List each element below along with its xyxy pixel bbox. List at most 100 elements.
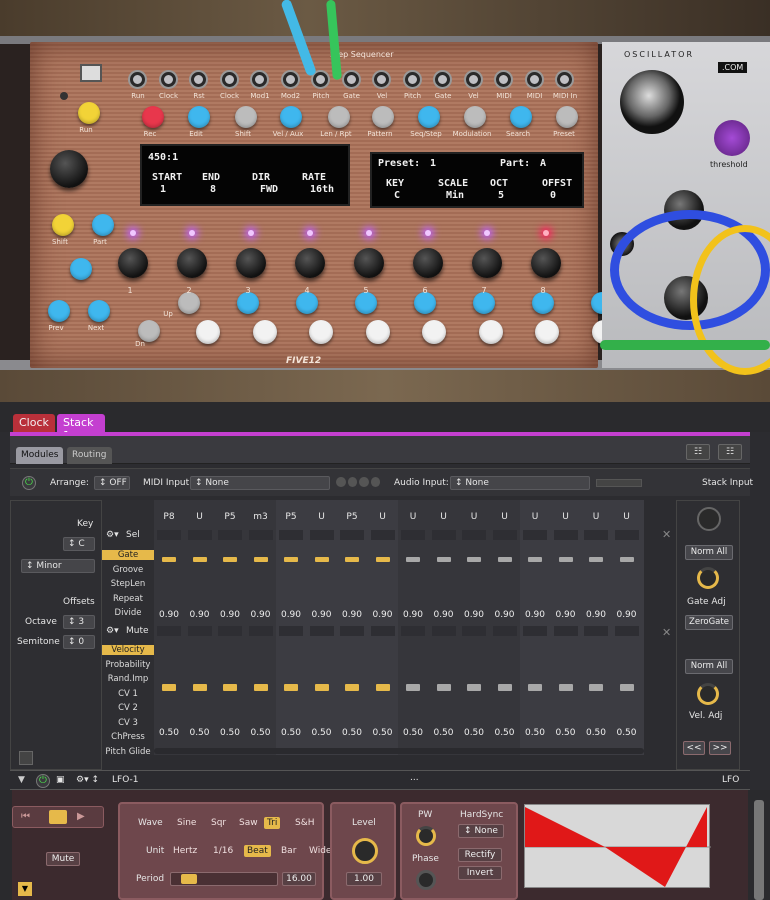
velocity-step-bar[interactable] (345, 684, 359, 691)
gate-value[interactable]: 0.90 (612, 610, 642, 620)
period-slider-thumb[interactable] (181, 874, 197, 884)
step-knob-7[interactable] (472, 248, 502, 278)
column-header[interactable]: P5 (215, 512, 245, 522)
velocity-value[interactable]: 0.50 (490, 728, 520, 738)
invert-button[interactable]: Invert (458, 866, 502, 880)
hardsync-select[interactable]: ↕ None (458, 824, 504, 838)
velocity-step-bar[interactable] (589, 684, 603, 691)
gate-value[interactable]: 0.90 (185, 610, 215, 620)
sel-cell[interactable] (309, 626, 334, 636)
phase-knob[interactable] (416, 870, 436, 890)
sel-cell[interactable] (523, 530, 547, 540)
close-icon[interactable]: ✕ (662, 626, 671, 639)
norm-all-gate-button[interactable]: Norm All (685, 545, 733, 560)
sel-cell[interactable] (279, 626, 303, 636)
lfo-power-icon[interactable]: ⏻ (36, 774, 50, 788)
top-button-5[interactable] (280, 106, 302, 128)
gate-step-bar[interactable] (436, 557, 451, 562)
period-value[interactable]: 16.00 (282, 872, 316, 886)
velocity-value[interactable]: 0.50 (398, 728, 428, 738)
velocity-value[interactable]: 0.50 (459, 728, 489, 738)
column-header[interactable]: U (551, 512, 581, 522)
patch-jack[interactable] (160, 72, 176, 87)
sel-cell[interactable] (584, 530, 608, 540)
patch-jack[interactable] (496, 72, 511, 87)
sel-cell[interactable] (157, 530, 181, 540)
unit-option-beat[interactable]: Beat (244, 845, 271, 857)
step-mode-button-5[interactable] (414, 292, 436, 314)
gate-value[interactable]: 0.90 (154, 610, 184, 620)
top-button-4[interactable] (235, 106, 257, 128)
grid-view-icon[interactable]: ☷ (686, 444, 710, 460)
column-header[interactable]: U (429, 512, 459, 522)
gate-step-bar[interactable] (162, 557, 176, 562)
gate-step-bar[interactable] (558, 557, 573, 562)
step-button-3[interactable] (309, 320, 333, 344)
shift-2-button[interactable] (70, 258, 92, 280)
sel-cell[interactable] (431, 626, 456, 636)
wave-option-shh[interactable]: S&H (292, 817, 318, 829)
audio-input-select[interactable]: ↕ None (450, 476, 590, 490)
sel-cell[interactable] (370, 626, 395, 636)
sel-cell[interactable] (309, 530, 334, 540)
velocity-value[interactable]: 0.50 (276, 728, 306, 738)
gate-value[interactable]: 0.90 (429, 610, 459, 620)
gate-value[interactable]: 0.90 (520, 610, 550, 620)
collapse-icon[interactable] (19, 751, 33, 765)
sel-cell[interactable] (218, 626, 242, 636)
velocity-step-bar[interactable] (192, 684, 207, 691)
sel-cell[interactable] (370, 530, 395, 540)
gate-value[interactable]: 0.90 (246, 610, 276, 620)
pw-knob[interactable] (416, 826, 436, 846)
step-mode-button-4[interactable] (355, 292, 377, 314)
patch-jack[interactable] (465, 72, 481, 87)
sel-cell[interactable] (401, 530, 425, 540)
step-button-4[interactable] (365, 320, 390, 344)
step-knob-4[interactable] (295, 248, 325, 278)
velocity-step-bar[interactable] (375, 684, 390, 691)
stop-icon[interactable] (49, 810, 67, 824)
velocity-value[interactable]: 0.50 (185, 728, 215, 738)
step-mode-button-7[interactable] (532, 292, 554, 314)
gate-step-bar[interactable] (589, 557, 603, 562)
sel-cell[interactable] (279, 530, 303, 540)
velocity-value[interactable]: 0.50 (368, 728, 398, 738)
unit-option-1-16[interactable]: 1/16 (210, 845, 236, 857)
column-header[interactable]: U (520, 512, 550, 522)
wave-option-sqr[interactable]: Sqr (208, 817, 229, 829)
unit-option-hertz[interactable]: Hertz (170, 845, 200, 857)
stack-input-knob[interactable] (697, 507, 721, 531)
gate-value[interactable]: 0.90 (215, 610, 245, 620)
play-icon[interactable]: ▶ (77, 811, 85, 822)
gate-step-bar[interactable] (345, 557, 359, 562)
top-button-9[interactable] (464, 106, 486, 128)
gate-step-bar[interactable] (192, 557, 207, 562)
patch-jack[interactable] (557, 72, 572, 87)
velocity-value[interactable]: 0.50 (307, 728, 337, 738)
sel-cell[interactable] (157, 626, 181, 636)
column-header[interactable]: P8 (154, 512, 184, 522)
wave-option-sine[interactable]: Sine (174, 817, 199, 829)
column-header[interactable]: U (581, 512, 611, 522)
step-knob-3[interactable] (236, 248, 266, 278)
velocity-step-bar[interactable] (223, 684, 237, 691)
subtab-routing[interactable]: Routing (67, 447, 112, 464)
period-slider[interactable] (170, 872, 278, 886)
level-knob[interactable] (352, 838, 378, 864)
velocity-step-bar[interactable] (497, 684, 512, 691)
sel-cell[interactable] (248, 626, 273, 636)
threshold-knob[interactable] (714, 120, 750, 156)
column-header[interactable]: U (459, 512, 489, 522)
sel-cell[interactable] (523, 626, 547, 636)
patch-jack[interactable] (526, 72, 542, 87)
row-name-gate[interactable]: Gate (102, 550, 154, 560)
step-button-6[interactable] (478, 320, 503, 344)
stack-power-icon[interactable]: ⏻ (22, 476, 36, 490)
top-button-11[interactable] (556, 106, 578, 128)
sel-cell[interactable] (218, 530, 242, 540)
patch-jack[interactable] (435, 72, 450, 87)
velocity-value[interactable]: 0.50 (215, 728, 245, 738)
gate-step-bar[interactable] (314, 557, 329, 562)
gate-value[interactable]: 0.90 (490, 610, 520, 620)
level-value[interactable]: 1.00 (346, 872, 382, 886)
